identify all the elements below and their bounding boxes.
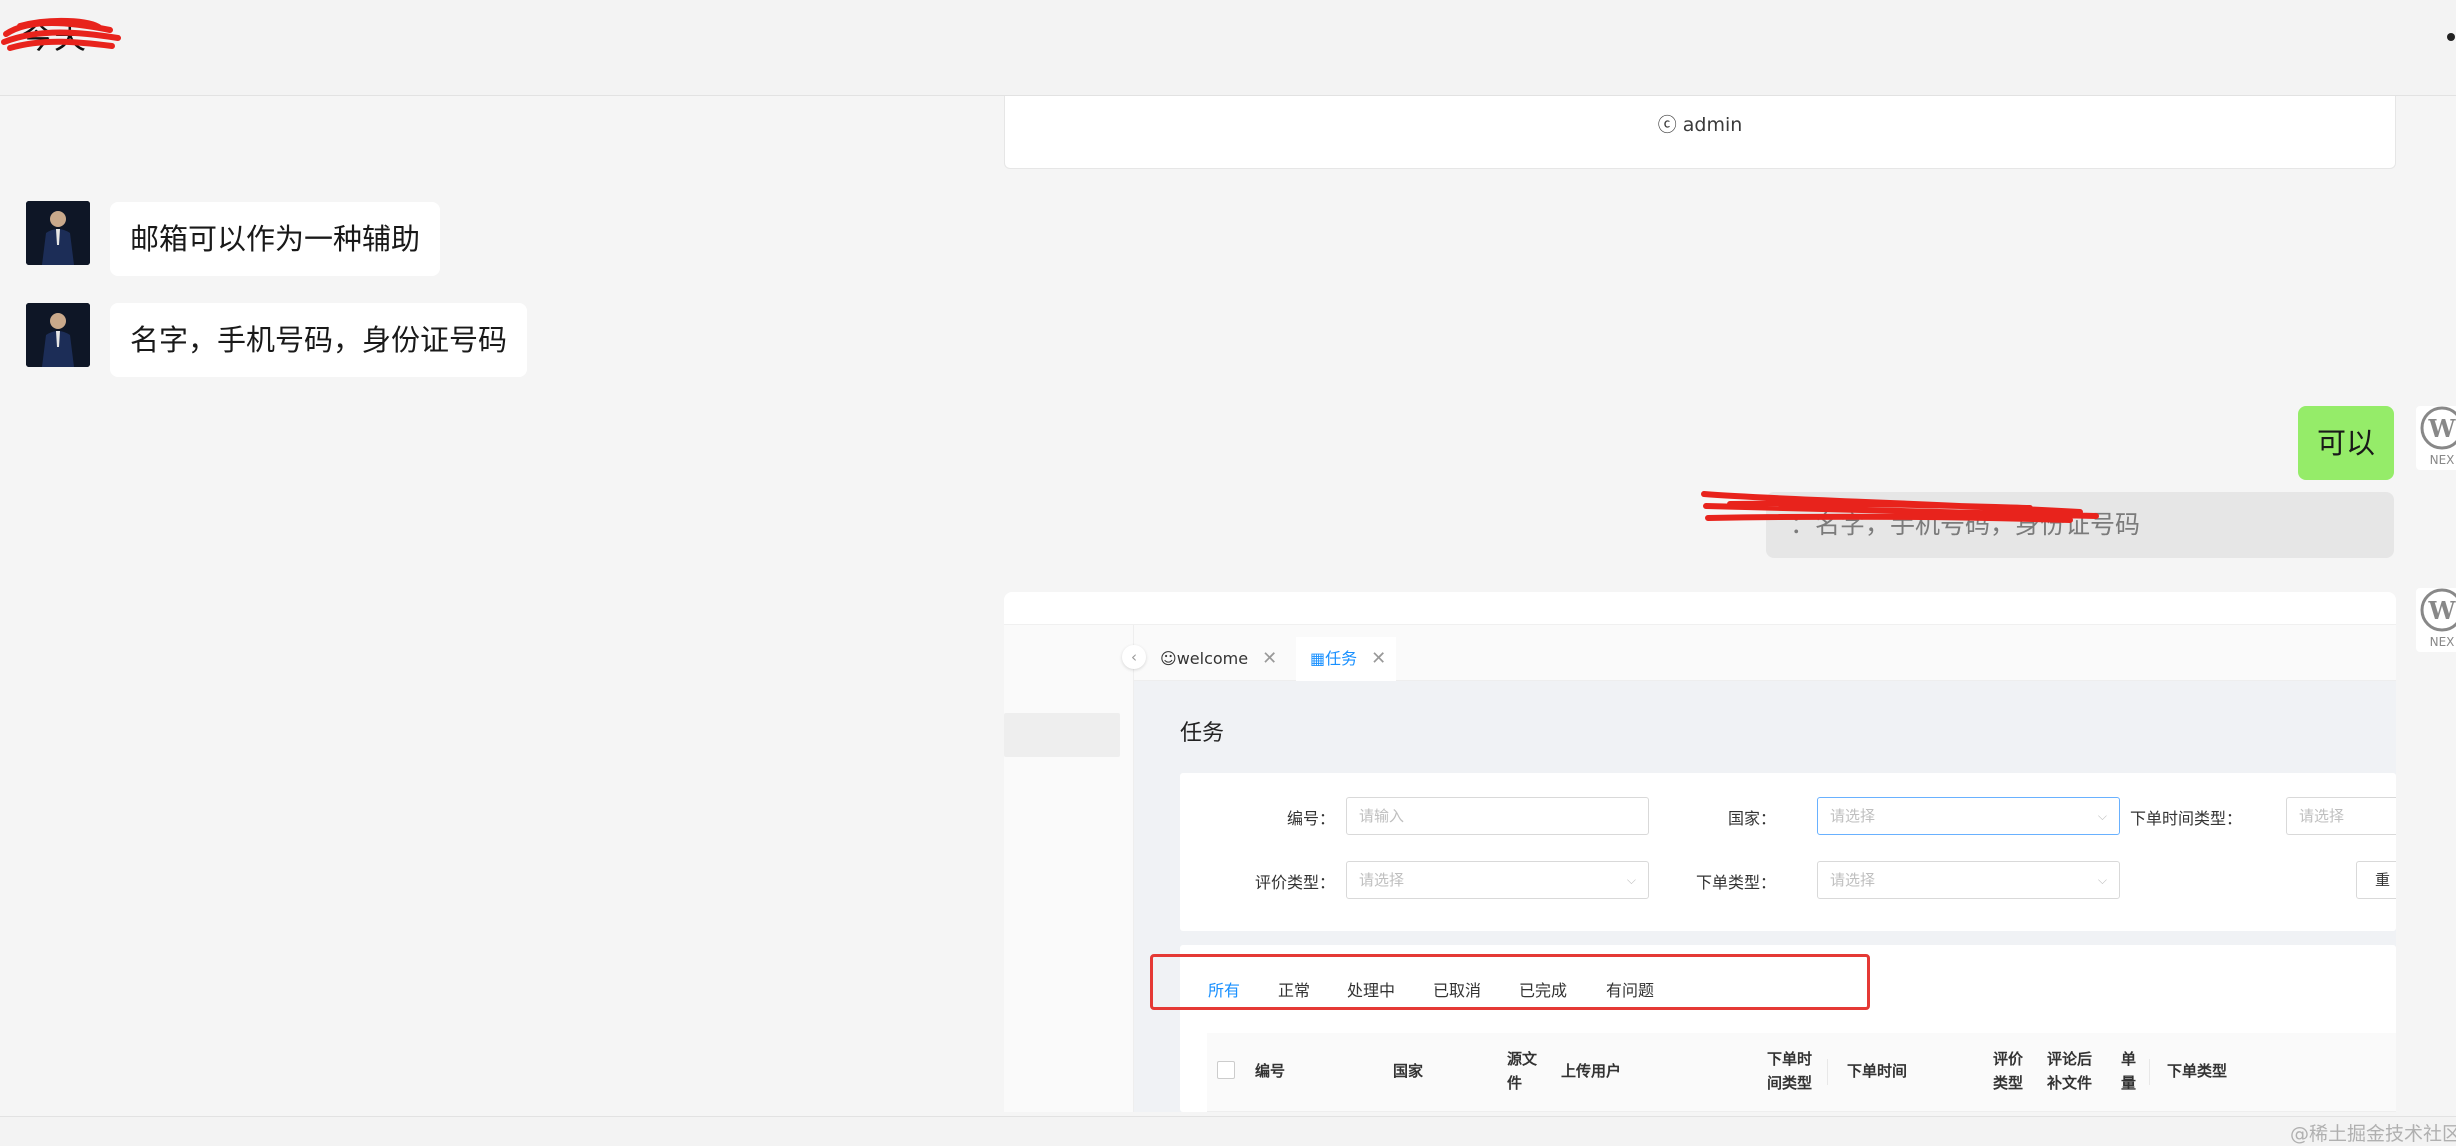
- message-bubble[interactable]: 邮箱可以作为一种辅助: [110, 202, 441, 276]
- message-bubble-self[interactable]: 可以: [2298, 406, 2394, 480]
- previous-screenshot-card[interactable]: ⓒ admin: [1004, 96, 2396, 169]
- app-sidebar: [1004, 625, 1134, 1112]
- reset-button[interactable]: 重: [2356, 861, 2396, 899]
- close-icon[interactable]: ✕: [1262, 648, 1277, 669]
- avatar-label: NEX: [2430, 635, 2455, 649]
- country-label: 国家：: [1727, 809, 1776, 828]
- col-source-file[interactable]: 源文件: [1507, 1047, 1543, 1095]
- col-upload-user[interactable]: 上传用户: [1561, 1059, 1621, 1083]
- sidebar-item-active[interactable]: [1004, 713, 1120, 757]
- person-suit-icon: [26, 303, 90, 367]
- column-divider: [1827, 1059, 1828, 1085]
- col-order-time[interactable]: 下单时间: [1847, 1059, 1907, 1083]
- review-type-label: 评价类型：: [1254, 873, 1335, 892]
- chat-input-bar[interactable]: [0, 1116, 2456, 1146]
- col-post-review-file[interactable]: 评论后补文件: [2047, 1047, 2099, 1095]
- avatar-label: NEX: [2430, 453, 2455, 467]
- self-avatar[interactable]: W NEX: [2416, 406, 2456, 470]
- svg-text:W: W: [2428, 414, 2456, 443]
- page-content: 任务 编号： 请输入 国家： 请选择 ⌵ 下单时间类型： 请选择 评价类型： 请选…: [1134, 681, 2396, 1112]
- filter-form: 编号： 请输入 国家： 请选择 ⌵ 下单时间类型： 请选择 评价类型： 请选择 ⌵ …: [1180, 773, 2396, 931]
- tab-task[interactable]: ▦任务 ✕: [1296, 637, 1397, 681]
- page-tabs-bar: ☺welcome ✕ ▦任务 ✕: [1134, 625, 2396, 681]
- number-input[interactable]: 请输入: [1346, 797, 1649, 835]
- table-header: 编号 国家 源文件 上传用户 下单时间类型 下单时间 评价类型 评论后补文件 单…: [1207, 1033, 2396, 1112]
- col-order-type[interactable]: 下单类型: [2167, 1059, 2227, 1083]
- col-number[interactable]: 编号: [1255, 1059, 1285, 1083]
- contact-avatar[interactable]: [26, 303, 90, 367]
- order-time-type-select[interactable]: 请选择: [2286, 797, 2396, 835]
- chevron-down-icon: ⌵: [1626, 873, 1636, 887]
- svg-text:W: W: [2428, 596, 2456, 625]
- more-dot-icon[interactable]: [2447, 33, 2455, 41]
- page-title: 任务: [1180, 721, 1225, 746]
- self-avatar[interactable]: W NEX: [2416, 588, 2456, 652]
- tab-welcome[interactable]: ☺welcome ✕: [1146, 637, 1287, 681]
- shared-screenshot-image[interactable]: ☺welcome ✕ ▦任务 ✕ ‹ 任务 编号： 请输入 国家： 请选择 ⌵ 下单时…: [1004, 592, 2396, 1112]
- watermark-text: @稀土掘金技术社区: [2290, 1123, 2456, 1145]
- smile-icon: ☺: [1160, 649, 1177, 668]
- chevron-down-icon: ⌵: [2097, 873, 2107, 887]
- select-all-checkbox[interactable]: [1217, 1061, 1235, 1079]
- redaction-scribble: [1, 17, 121, 51]
- chat-header: 今天: [0, 0, 2456, 96]
- wordpress-logo-icon: W NEX: [2420, 406, 2456, 467]
- order-type-select[interactable]: 请选择 ⌵: [1817, 861, 2120, 899]
- order-time-type-label: 下单时间类型：: [2129, 809, 2242, 828]
- message-bubble[interactable]: 名字，手机号码，身份证号码: [110, 303, 528, 377]
- redaction-scribble: [1701, 491, 2099, 523]
- annotation-highlight-box: [1150, 954, 1870, 1010]
- chevron-down-icon: ⌵: [2097, 809, 2107, 823]
- column-divider: [2149, 1059, 2150, 1085]
- wordpress-logo-icon: W NEX: [2420, 588, 2456, 649]
- country-select[interactable]: 请选择 ⌵: [1817, 797, 2120, 835]
- number-label: 编号：: [1286, 809, 1335, 828]
- col-country[interactable]: 国家: [1393, 1059, 1423, 1083]
- order-type-label: 下单类型：: [1695, 873, 1776, 892]
- contact-avatar[interactable]: [26, 201, 90, 265]
- person-suit-icon: [26, 201, 90, 265]
- col-order-time-type[interactable]: 下单时间类型: [1767, 1047, 1819, 1095]
- copyright-text: ⓒ admin: [1657, 114, 1743, 136]
- chevron-left-icon[interactable]: ‹: [1122, 645, 1146, 669]
- col-review-type[interactable]: 评价类型: [1993, 1047, 2029, 1095]
- col-quantity[interactable]: 单量: [2121, 1047, 2141, 1095]
- app-header: [1004, 592, 2396, 625]
- review-type-select[interactable]: 请选择 ⌵: [1346, 861, 1649, 899]
- close-icon[interactable]: ✕: [1371, 648, 1386, 669]
- table-icon: ▦: [1310, 649, 1326, 668]
